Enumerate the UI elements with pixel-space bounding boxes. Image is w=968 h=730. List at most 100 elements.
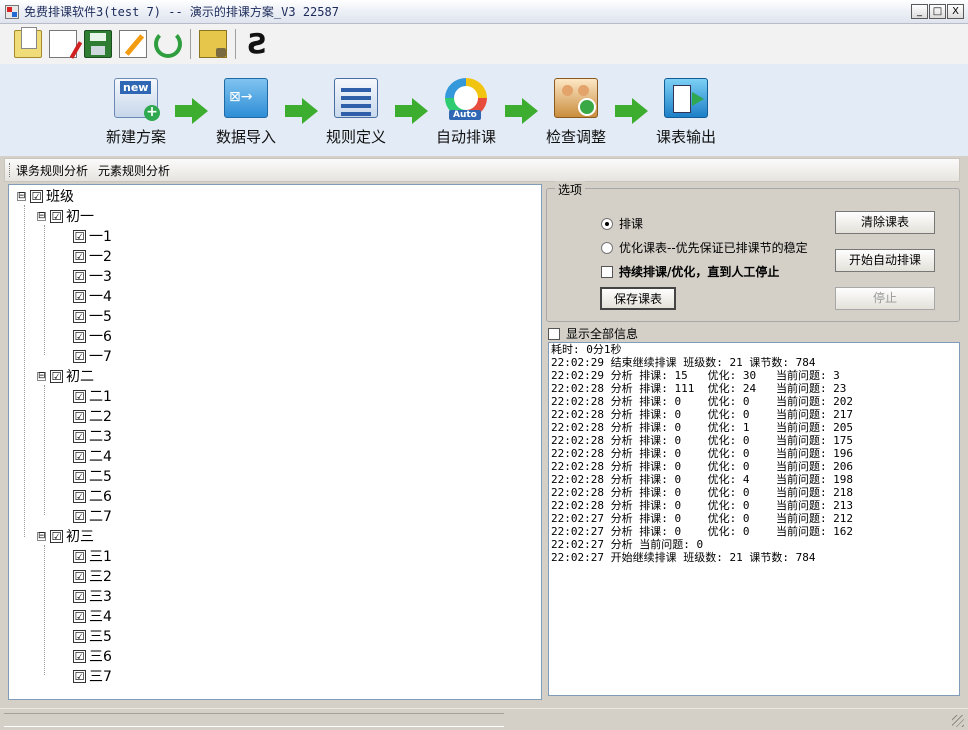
checkbox-icon[interactable]: ☑: [50, 369, 63, 383]
tree-node-label: 三3: [89, 589, 112, 605]
tree-node-group[interactable]: ⊟ ☑ 初二: [37, 366, 94, 386]
tree-node-class[interactable]: ☑ 三3: [73, 586, 112, 606]
start-auto-schedule-button[interactable]: 开始自动排课: [835, 249, 935, 272]
checkbox-icon[interactable]: ☑: [73, 309, 86, 323]
stop-button[interactable]: 停止: [835, 287, 935, 310]
refresh-button[interactable]: [152, 27, 184, 61]
tree-node-class[interactable]: ☑ 二7: [73, 506, 112, 526]
checkbox-icon[interactable]: ☑: [50, 209, 63, 223]
tree-node-class[interactable]: ☑ 一7: [73, 346, 112, 366]
checkbox-icon[interactable]: ☑: [73, 569, 86, 583]
tree-node-class[interactable]: ☑ 一2: [73, 246, 112, 266]
step-label: 检查调整: [545, 128, 606, 146]
checkbox-icon[interactable]: ☑: [73, 669, 86, 683]
step-data-import[interactable]: 数据导入: [201, 78, 291, 147]
tree-node-group[interactable]: ⊟ ☑ 初一: [37, 206, 94, 226]
tree-node-class[interactable]: ☑ 一5: [73, 306, 112, 326]
log-line: 22:02:28 分析 排课: 0 优化: 1 当前问题: 205: [551, 421, 854, 434]
tree-node-label: 初二: [66, 369, 94, 385]
collapse-icon[interactable]: ⊟: [17, 191, 26, 201]
tree-node-root[interactable]: ⊟ ☑ 班级: [17, 186, 74, 206]
tree-node-class[interactable]: ☑ 一3: [73, 266, 112, 286]
checkbox-icon[interactable]: ☑: [73, 609, 86, 623]
radio-optimize[interactable]: 优化课表--优先保证已排课节的稳定: [601, 239, 808, 256]
tree-node-class[interactable]: ☑ 三1: [73, 546, 112, 566]
tree-node-class[interactable]: ☑ 三5: [73, 626, 112, 646]
checkbox-icon[interactable]: [548, 327, 560, 340]
checkbox-icon[interactable]: ☑: [30, 189, 43, 203]
tree-node-class[interactable]: ☑ 一1: [73, 226, 112, 246]
tree-node-class[interactable]: ☑ 二4: [73, 446, 112, 466]
minimize-button[interactable]: _: [911, 4, 928, 19]
checkbox-icon[interactable]: [601, 265, 613, 278]
tree-node-class[interactable]: ☑ 二1: [73, 386, 112, 406]
checkbox-icon[interactable]: ☑: [73, 469, 86, 483]
checkbox-icon[interactable]: ☑: [73, 389, 86, 403]
collapse-icon[interactable]: ⊟: [37, 371, 46, 381]
lock-button[interactable]: [197, 27, 229, 61]
tree-node-class[interactable]: ☑ 一6: [73, 326, 112, 346]
checkbox-icon[interactable]: ☑: [73, 349, 86, 363]
checkbox-icon[interactable]: ☑: [73, 449, 86, 463]
check-continuous[interactable]: 持续排课/优化，直到人工停止: [601, 263, 779, 280]
new-button[interactable]: [47, 27, 79, 61]
tree-node-class[interactable]: ☑ 一4: [73, 286, 112, 306]
toolbar-separator: [235, 29, 236, 59]
checkbox-icon[interactable]: ☑: [73, 549, 86, 563]
checkbox-icon[interactable]: ☑: [73, 589, 86, 603]
radio-schedule-label: 排课: [619, 217, 644, 231]
tree-node-class[interactable]: ☑ 二5: [73, 466, 112, 486]
step-rules[interactable]: 规则定义: [311, 78, 401, 147]
clear-timetable-button[interactable]: 清除课表: [835, 211, 935, 234]
checkbox-icon[interactable]: ☑: [73, 329, 86, 343]
checkbox-icon[interactable]: ☑: [73, 509, 86, 523]
tree-node-label: 初三: [66, 529, 94, 545]
radio-selected-icon[interactable]: [601, 217, 613, 230]
tree-node-label: 三5: [89, 629, 112, 645]
checkbox-icon[interactable]: ☑: [50, 529, 63, 543]
tree-node-class[interactable]: ☑ 三6: [73, 646, 112, 666]
connect-button[interactable]: Ƨ: [242, 27, 274, 61]
checkbox-icon[interactable]: ☑: [73, 429, 86, 443]
resize-grip-icon[interactable]: [952, 715, 964, 727]
tree-node-class[interactable]: ☑ 三2: [73, 566, 112, 586]
step-new-plan[interactable]: 新建方案: [91, 78, 181, 147]
rules-icon: [334, 78, 378, 118]
step-check-adjust[interactable]: 检查调整: [531, 78, 621, 147]
close-button[interactable]: X: [947, 4, 964, 19]
tree-node-group[interactable]: ⊟ ☑ 初三: [37, 526, 94, 546]
checkbox-icon[interactable]: ☑: [73, 229, 86, 243]
checkbox-icon[interactable]: ☑: [73, 409, 86, 423]
edit-button[interactable]: [117, 27, 149, 61]
checkbox-icon[interactable]: ☑: [73, 489, 86, 503]
tree-node-class[interactable]: ☑ 三7: [73, 666, 112, 686]
log-line: 22:02:28 分析 排课: 111 优化: 24 当前问题: 23: [551, 382, 847, 395]
checkbox-icon[interactable]: ☑: [73, 269, 86, 283]
collapse-icon[interactable]: ⊟: [37, 531, 46, 541]
tree-node-class[interactable]: ☑ 二2: [73, 406, 112, 426]
checkbox-icon[interactable]: ☑: [73, 249, 86, 263]
class-tree[interactable]: ⊟ ☑ 班级 ⊟ ☑ 初一 ☑ 一1 ☑ 一2 ☑ 一3 ☑ 一4 ☑ 一5 ☑ 一6 ☑ 一…: [8, 184, 542, 700]
save-timetable-button[interactable]: 保存课表: [600, 287, 676, 310]
open-button[interactable]: [12, 27, 44, 61]
radio-icon[interactable]: [601, 241, 613, 254]
tree-node-class[interactable]: ☑ 二6: [73, 486, 112, 506]
tab-element-rule-analysis[interactable]: 元素规则分析: [98, 162, 170, 179]
checkbox-icon[interactable]: ☑: [73, 649, 86, 663]
tree-node-class[interactable]: ☑ 三4: [73, 606, 112, 626]
radio-schedule[interactable]: 排课: [601, 215, 643, 232]
log-line: 22:02:27 开始继续排课 班级数: 21 课节数: 784: [551, 551, 816, 564]
checkbox-icon[interactable]: ☑: [73, 629, 86, 643]
step-timetable-output[interactable]: 课表输出: [641, 78, 731, 147]
step-auto-schedule[interactable]: 自动排课: [421, 78, 511, 147]
tree-node-class[interactable]: ☑ 二3: [73, 426, 112, 446]
save-button[interactable]: [82, 27, 114, 61]
collapse-icon[interactable]: ⊟: [37, 211, 46, 221]
maximize-button[interactable]: □: [929, 4, 946, 19]
show-all-info[interactable]: 显示全部信息: [548, 325, 638, 342]
checkbox-icon[interactable]: ☑: [73, 289, 86, 303]
log-output[interactable]: 耗时: 0分1秒 22:02:29 结束继续排课 班级数: 21 课节数: 78…: [548, 342, 960, 696]
tree-node-label: 一6: [89, 329, 112, 345]
auto-schedule-icon: [445, 78, 487, 120]
tab-course-rule-analysis[interactable]: 课务规则分析: [16, 162, 88, 179]
